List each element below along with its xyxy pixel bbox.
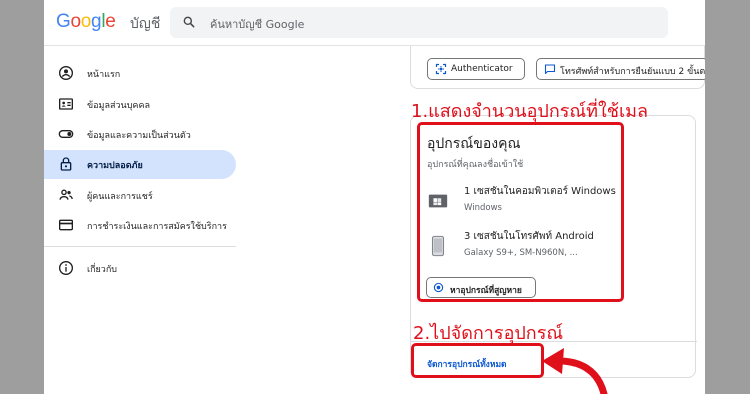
annotation-arrow-icon [542,348,608,394]
sidebar-item-label: ข้อมูลส่วนบุคคล [87,101,150,111]
verification-phone-chip[interactable]: โทรศัพท์สำหรับการยืนยันแบบ 2 ขั้นตอน [536,58,705,80]
account-circle-icon [59,66,73,80]
app-header: Google บัญชี ค้นหาบัญชี Google [44,0,705,46]
annotation-box-devices [417,122,624,302]
sidebar-item-payments[interactable]: การชำระเงินและการสมัครใช้บริการ [44,211,236,240]
chip-label: โทรศัพท์สำหรับการยืนยันแบบ 2 ขั้นตอน [560,67,705,77]
sidebar-item-personal-info[interactable]: ข้อมูลส่วนบุคคล [44,90,236,119]
lock-icon [60,157,72,171]
info-icon [59,261,73,275]
people-icon [59,189,73,200]
sidebar-item-label: หน้าแรก [87,70,121,80]
toggle-icon [58,130,74,138]
sidebar-item-security[interactable]: ความปลอดภัย [44,150,236,179]
sidebar-item-label: การชำระเงินและการสมัครใช้บริการ [87,222,227,232]
backdrop: Google บัญชี ค้นหาบัญชี Google หน้าแรก ข… [0,0,750,394]
annotation-note-1: 1.แสดงจำนวนอุปกรณ์ที่ใช้เมล [411,101,649,122]
chip-label: Authenticator [451,64,513,74]
sidebar-item-label: ข้อมูลและความเป็นส่วนตัว [87,131,191,141]
sidebar-item-label: ผู้คนและการแชร์ [87,192,153,202]
sidebar-item-data-privacy[interactable]: ข้อมูลและความเป็นส่วนตัว [44,120,236,149]
sidebar-item-label: เกี่ยวกับ [87,265,118,275]
id-card-icon [59,98,73,110]
search-icon [183,16,195,28]
logo-suffix: บัญชี [130,16,161,32]
search-input[interactable]: ค้นหาบัญชี Google [210,15,304,33]
sidebar-item-label: ความปลอดภัย [87,161,143,171]
search-box[interactable]: ค้นหาบัญชี Google [170,7,668,38]
authenticator-icon [435,63,447,75]
two-step-card: Authenticator โทรศัพท์สำหรับการยืนยันแบบ… [410,46,705,89]
sidebar-item-home[interactable]: หน้าแรก [44,59,236,88]
sidebar-divider [44,246,236,247]
credit-card-icon [59,219,73,231]
sidebar-item-about[interactable]: เกี่ยวกับ [44,254,236,283]
sidebar-item-people-sharing[interactable]: ผู้คนและการแชร์ [44,181,236,210]
message-icon [544,64,556,75]
google-logo[interactable]: Google [56,11,116,33]
authenticator-chip[interactable]: Authenticator [427,58,525,80]
